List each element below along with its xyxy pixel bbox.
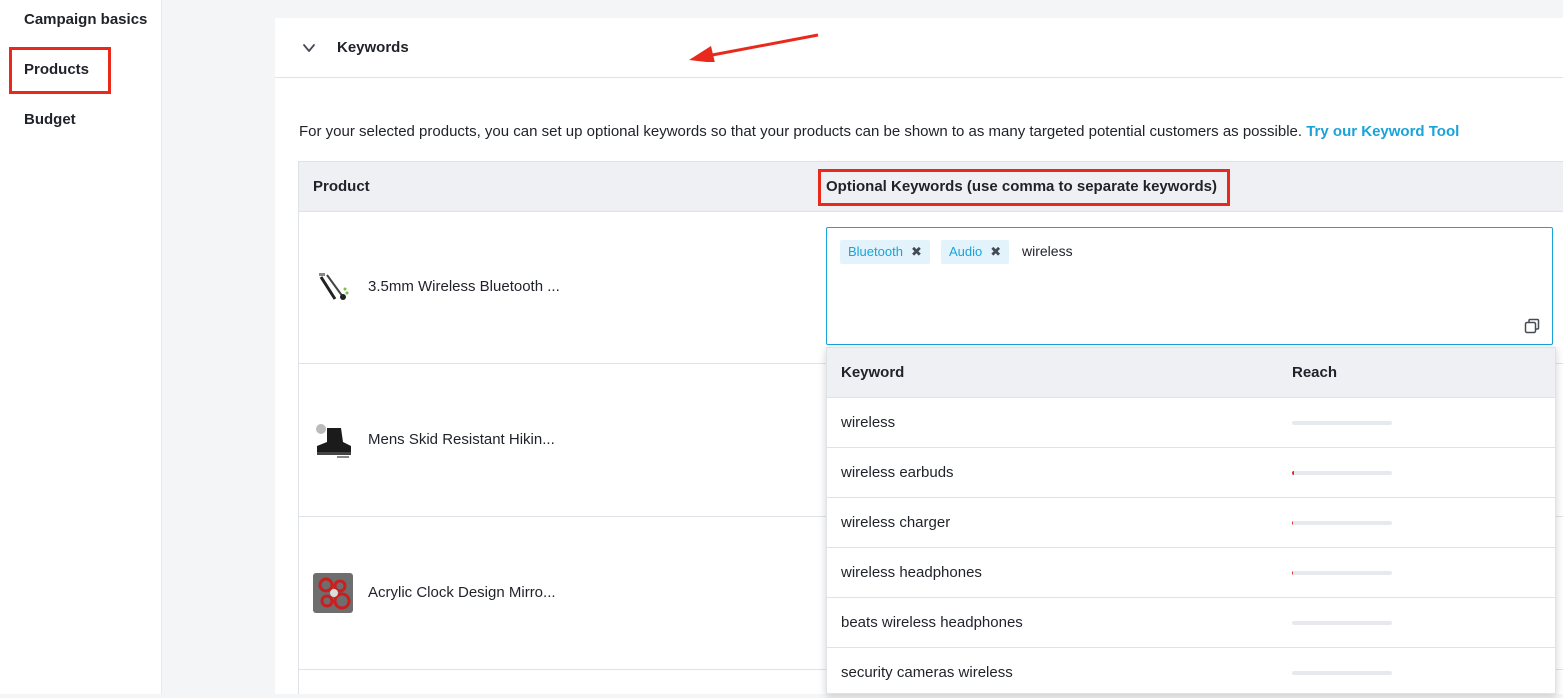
- column-header-reach: Reach: [1292, 364, 1338, 381]
- sidebar: Campaign basics Products Budget: [0, 0, 162, 694]
- reach-bar: [1292, 421, 1392, 425]
- product-name: Acrylic Clock Design Mirro...: [368, 584, 556, 601]
- product-thumbnail: [313, 573, 353, 613]
- section-header[interactable]: Keywords: [275, 18, 1563, 78]
- annotation-arrow-icon: [689, 33, 819, 62]
- reach-bar-fill: [1292, 571, 1293, 575]
- suggestion-keyword: wireless earbuds: [841, 464, 954, 481]
- product-name: Mens Skid Resistant Hikin...: [368, 431, 555, 448]
- reach-bar-fill: [1292, 521, 1293, 525]
- page-gutter: [162, 0, 275, 694]
- column-header-keyword: Keyword: [841, 364, 905, 381]
- reach-bar: [1292, 571, 1392, 575]
- copy-icon[interactable]: [1524, 318, 1540, 334]
- suggestion-keyword: security cameras wireless: [841, 664, 1013, 681]
- mirror-clock-product-icon: [313, 573, 353, 613]
- section-title: Keywords: [337, 39, 409, 56]
- suggestions-header: Keyword Reach: [827, 348, 1555, 398]
- reach-bar: [1292, 471, 1392, 475]
- description-text: For your selected products, you can set …: [299, 123, 1303, 140]
- suggestion-keyword: beats wireless headphones: [841, 614, 1023, 631]
- suggestion-row[interactable]: wireless charger: [827, 498, 1555, 548]
- annotation-highlight-keywords-header: [818, 169, 1230, 206]
- column-header-product: Product: [313, 178, 370, 195]
- remove-tag-icon[interactable]: ✖: [911, 240, 922, 264]
- reach-bar-fill: [1292, 471, 1294, 475]
- sidebar-item-budget[interactable]: Budget: [24, 111, 76, 128]
- annotation-highlight-products: [9, 47, 111, 94]
- chevron-down-icon[interactable]: [301, 40, 317, 56]
- keyword-tag-label: Bluetooth: [848, 244, 903, 259]
- suggestion-row[interactable]: beats wireless headphones: [827, 598, 1555, 648]
- keyword-tag: Audio ✖: [941, 240, 1010, 264]
- suggestion-row[interactable]: wireless: [827, 398, 1555, 448]
- suggestion-row[interactable]: wireless earbuds: [827, 448, 1555, 498]
- suggestion-row[interactable]: security cameras wireless: [827, 648, 1555, 698]
- suggestion-keyword: wireless headphones: [841, 564, 982, 581]
- suggestion-keyword: wireless: [841, 414, 896, 431]
- reach-bar: [1292, 521, 1392, 525]
- keyword-suggestions-dropdown: Keyword Reach wireless wireless earbuds wi…: [826, 347, 1556, 698]
- product-thumbnail: [313, 420, 353, 460]
- suggestion-keyword: wireless charger: [841, 514, 951, 531]
- reach-bar: [1292, 671, 1392, 675]
- keyword-tool-link[interactable]: Try our Keyword Tool: [1306, 123, 1459, 140]
- reach-bar: [1292, 621, 1392, 625]
- suggestion-row[interactable]: wireless headphones: [827, 548, 1555, 598]
- sidebar-item-campaign-basics[interactable]: Campaign basics: [24, 11, 147, 28]
- table-header: Product Optional Keywords (use comma to …: [299, 161, 1563, 212]
- product-name: 3.5mm Wireless Bluetooth ...: [368, 278, 560, 295]
- product-thumbnail: [313, 267, 353, 307]
- boot-product-icon: [313, 420, 353, 460]
- keyword-tag-label: Audio: [949, 244, 983, 259]
- earphone-product-icon: [313, 267, 353, 307]
- keyword-typed-text[interactable]: wireless: [1022, 243, 1073, 259]
- section-description: For your selected products, you can set …: [299, 123, 1459, 140]
- keywords-panel: Keywords For your selected products, you…: [275, 18, 1563, 698]
- keyword-tag: Bluetooth ✖: [840, 240, 930, 264]
- remove-tag-icon[interactable]: ✖: [990, 240, 1001, 264]
- keywords-input[interactable]: Bluetooth ✖ Audio ✖ wireless: [826, 227, 1553, 345]
